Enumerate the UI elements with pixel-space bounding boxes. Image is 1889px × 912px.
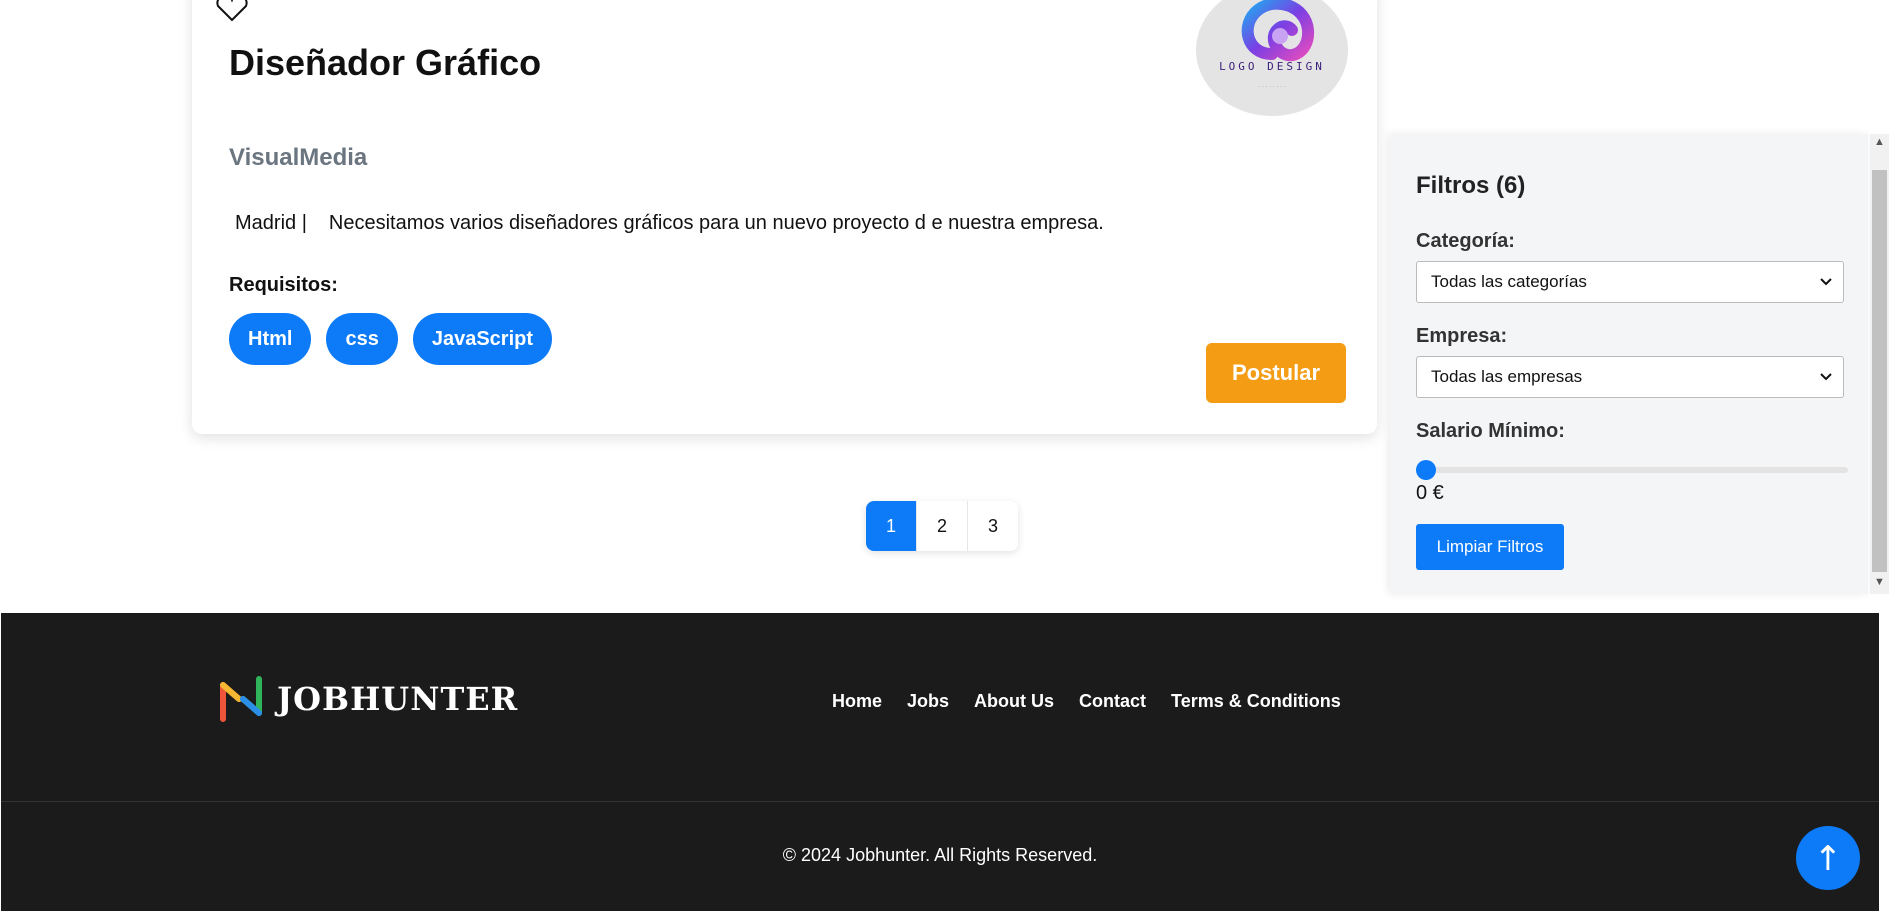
salary-label: Salario Mínimo: (1416, 420, 1565, 442)
company-name: VisualMedia (229, 144, 368, 171)
scroll-up-icon[interactable]: ▲ (1874, 136, 1885, 148)
category-label: Categoría: (1416, 230, 1515, 252)
footer-link-about-us[interactable]: About Us (974, 691, 1054, 712)
footer-nav: Home Jobs About Us Contact Terms & Condi… (832, 691, 1341, 712)
brand-name: JOBHUNTER (277, 680, 519, 718)
clear-filters-button[interactable]: Limpiar Filtros (1416, 524, 1564, 570)
footer-link-jobs[interactable]: Jobs (907, 691, 949, 712)
company-filter-label: Empresa: (1416, 325, 1508, 347)
footer-brand[interactable]: JOBHUNTER (217, 675, 518, 723)
footer-link-home[interactable]: Home (832, 691, 882, 712)
job-description: Necesitamos varios diseñadores gráficos … (328, 212, 1104, 234)
salary-slider-thumb[interactable] (1416, 460, 1436, 480)
page-2-button[interactable]: 2 (916, 501, 967, 551)
apply-button[interactable]: Postular (1206, 343, 1346, 403)
jobhunter-logo-icon (220, 676, 262, 722)
salary-slider-track[interactable] (1416, 467, 1848, 473)
job-title: Diseñador Gráfico (229, 42, 542, 83)
logo-text: LOGO DESIGN (1219, 60, 1325, 73)
category-select-value: Todas las categorías (1431, 272, 1587, 291)
scrollbar-thumb[interactable] (1872, 170, 1887, 572)
chevron-down-icon (1820, 278, 1832, 286)
filters-title: Filtros (6) (1416, 172, 1526, 199)
footer-link-terms[interactable]: Terms & Conditions (1171, 691, 1341, 712)
filters-panel: Filtros (6) Categoría: Todas las categor… (1390, 134, 1868, 594)
requirements-tags: Html css JavaScript (229, 313, 552, 365)
company-select[interactable]: Todas las empresas (1416, 356, 1844, 398)
filters-scrollbar[interactable]: ▲ ▼ (1870, 134, 1889, 594)
copyright-text: © 2024 Jobhunter. All Rights Reserved. (782, 845, 1098, 865)
category-select[interactable]: Todas las categorías (1416, 261, 1844, 303)
scroll-down-icon[interactable]: ▼ (1874, 576, 1885, 588)
company-logo: LOGO DESIGN · · · · · · · · (1196, 0, 1348, 116)
tag-css: css (326, 313, 398, 365)
tag-html: Html (229, 313, 312, 365)
job-card: LOGO DESIGN · · · · · · · · Diseñador Gr… (192, 0, 1377, 434)
salary-value: 0 € (1416, 482, 1444, 504)
footer-divider (1, 801, 1879, 802)
page-3-button[interactable]: 3 (967, 501, 1018, 551)
logo-subtext: · · · · · · · · (1258, 84, 1286, 90)
chevron-down-icon (1820, 373, 1832, 381)
company-select-value: Todas las empresas (1431, 367, 1583, 386)
heart-icon[interactable] (214, 0, 250, 22)
swirl-logo-icon (1241, 0, 1315, 62)
pagination: 1 2 3 (866, 501, 1018, 551)
requirements-label: Requisitos: (229, 274, 338, 296)
footer-link-contact[interactable]: Contact (1079, 691, 1146, 712)
site-footer: JOBHUNTER Home Jobs About Us Contact Ter… (1, 613, 1879, 911)
tag-javascript: JavaScript (412, 313, 552, 365)
job-location: Madrid | (235, 212, 307, 234)
page-1-button[interactable]: 1 (866, 501, 916, 551)
scroll-to-top-button[interactable]: ↑ (1796, 826, 1860, 890)
job-description-row: Madrid | Necesitamos varios diseñadores g… (235, 212, 1104, 235)
